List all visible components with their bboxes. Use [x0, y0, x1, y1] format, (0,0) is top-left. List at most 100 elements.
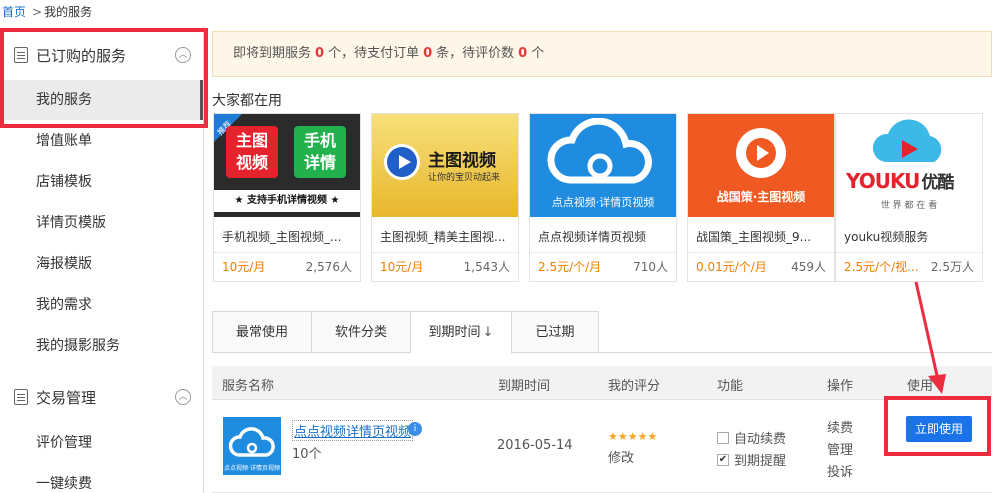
header-operation: 操作 — [827, 379, 854, 394]
tab-label: 到期时间 — [428, 325, 481, 340]
rating-stars: ★★★★★ — [608, 430, 658, 443]
sidebar-item-detail-templates[interactable]: 详情页模版 — [0, 203, 203, 243]
play-icon — [736, 128, 786, 178]
annotation-arrow-icon — [914, 281, 946, 394]
youku-slogan: 世 界 都 在 看 — [880, 201, 938, 211]
use-now-button[interactable]: 立即使用 — [906, 416, 972, 442]
service-name[interactable]: youku视频服务 — [844, 228, 976, 245]
tab-expire-time[interactable]: 到期时间 ↓ — [410, 311, 512, 354]
service-thumbnail: 点点视频·详情页视频 — [530, 114, 676, 217]
table-row: 点点视频·详情页视频 点点视频详情页视频 i 10个 2016-05-14 ★★… — [212, 400, 992, 493]
service-quantity: 10个 — [292, 447, 322, 462]
sidebar-group-label: 交易管理 — [36, 388, 97, 407]
notice-text: 即将到期服务 — [233, 46, 312, 61]
notice-bar: 即将到期服务 0 个，待支付订单 0 条，待评价数 0 个 — [212, 31, 992, 77]
service-card[interactable]: 战国策·主图视频 战国策_主图视频_9... 0.01元/个/月 459人 — [687, 113, 835, 282]
tab-most-used[interactable]: 最常使用 — [212, 311, 312, 353]
sidebar-item-my-requests[interactable]: 我的需求 — [0, 285, 203, 325]
cloud-play-icon — [547, 118, 652, 184]
service-price: 2.5元/个/视... — [844, 260, 919, 274]
tab-expired[interactable]: 已过期 — [511, 311, 599, 353]
service-users: 2.5万人 — [930, 260, 974, 274]
table-header: 服务名称 到期时间 我的评分 功能 操作 使用 — [212, 366, 992, 400]
notice-unrated-count: 0 — [518, 46, 528, 61]
thumb-caption: 战国策·主图视频 — [716, 190, 806, 204]
service-users: 459人 — [791, 260, 826, 274]
popular-title: 大家都在用 — [212, 93, 282, 109]
tab-category[interactable]: 软件分类 — [311, 311, 411, 353]
service-name[interactable]: 点点视频详情页视频 — [538, 228, 670, 245]
checkbox-label: 到期提醒 — [734, 454, 787, 469]
notice-text: 条，待评价数 — [436, 46, 515, 61]
service-card[interactable]: 主图视频 让你的宝贝动起来 主图视频_精美主图视... 10元/月 1,543人 — [371, 113, 519, 282]
service-users: 710人 — [633, 260, 668, 274]
header-rating: 我的评分 — [608, 379, 661, 394]
thumb-text: 详情 — [303, 153, 336, 172]
sidebar-item-renew[interactable]: 一键续费 — [0, 464, 203, 493]
thumb-caption: 点点视频·详情页视频 — [551, 196, 655, 209]
service-name[interactable]: 主图视频_精美主图视... — [380, 228, 512, 245]
thumb-caption: ★ 支持手机详情视频 ★ — [214, 190, 360, 212]
sort-arrow-icon: ↓ — [482, 325, 494, 340]
sidebar-item-my-services[interactable]: 我的服务 — [0, 80, 203, 120]
expire-date: 2016-05-14 — [497, 438, 573, 453]
youku-logo: YOUKU 优酷 — [846, 168, 954, 193]
notice-text: 个，待支付订单 — [328, 46, 420, 61]
service-users: 1,543人 — [463, 260, 510, 274]
service-price: 10元/月 — [222, 260, 266, 274]
youku-brand: YOUKU — [846, 169, 920, 193]
service-card[interactable]: YOUKU 优酷 世 界 都 在 看 youku视频服务 2.5元/个/视... … — [835, 113, 983, 282]
checkbox-checked[interactable]: ✔ — [717, 453, 729, 466]
document-icon — [14, 47, 28, 63]
service-card[interactable]: 推荐 主图 视频 手机 详情 ★ 支持手机详情视频 ★ 手机视频_主图视频_..… — [213, 113, 361, 282]
list-icon — [14, 389, 28, 405]
info-icon[interactable]: i — [408, 422, 422, 436]
auto-renew-checkbox[interactable]: 自动续费 — [717, 428, 786, 447]
sidebar: 已订购的服务 ︿ 我的服务 增值账单 店铺模板 详情页模版 海报模版 我的需求 … — [0, 26, 204, 493]
chevron-up-icon[interactable]: ︿ — [175, 389, 191, 405]
service-price: 10元/月 — [380, 260, 424, 274]
renew-link[interactable]: 续费 — [827, 417, 853, 436]
sidebar-group-label: 已订购的服务 — [36, 46, 127, 65]
notice-expiring-count: 0 — [315, 46, 325, 61]
thumb-text: 视频 — [235, 153, 268, 172]
service-thumbnail: 点点视频·详情页视频 — [223, 417, 281, 475]
youku-brand-cn: 优酷 — [921, 173, 954, 193]
breadcrumb-home-link[interactable]: 首页 — [2, 5, 26, 19]
service-thumbnail: 主图视频 让你的宝贝动起来 — [372, 114, 518, 217]
sidebar-item-store-templates[interactable]: 店铺模板 — [0, 162, 203, 202]
header-service-name: 服务名称 — [222, 379, 275, 394]
tab-bar: 最常使用 软件分类 到期时间 ↓ 已过期 — [212, 311, 992, 354]
service-name[interactable]: 手机视频_主图视频_... — [222, 228, 354, 245]
thumb-caption: 点点视频·详情页视频 — [224, 465, 280, 472]
notice-text: 个 — [531, 46, 545, 61]
service-name-link[interactable]: 点点视频详情页视频 — [292, 420, 414, 441]
sidebar-group-subscribed[interactable]: 已订购的服务 ︿ — [0, 30, 203, 80]
cloud-play-icon — [228, 427, 275, 457]
sidebar-item-poster-templates[interactable]: 海报模版 — [0, 244, 203, 284]
remind-checkbox[interactable]: ✔ 到期提醒 — [717, 450, 786, 469]
checkbox-unchecked[interactable] — [717, 431, 729, 444]
checkbox-label: 自动续费 — [734, 432, 787, 447]
header-function: 功能 — [717, 379, 744, 394]
sidebar-item-reviews[interactable]: 评价管理 — [0, 423, 203, 463]
service-name[interactable]: 战国策_主图视频_9... — [696, 228, 828, 245]
thumb-text: 手机 — [303, 131, 336, 150]
thumb-title: 主图视频 — [428, 151, 496, 171]
complain-link[interactable]: 投诉 — [827, 461, 853, 480]
service-card[interactable]: 点点视频·详情页视频 点点视频详情页视频 2.5元/个/月 710人 — [529, 113, 677, 282]
header-expire: 到期时间 — [498, 379, 551, 394]
breadcrumb: 首页 > 我的服务 — [2, 3, 92, 20]
sidebar-item-photo-services[interactable]: 我的摄影服务 — [0, 326, 203, 366]
manage-link[interactable]: 管理 — [827, 439, 853, 458]
play-icon — [384, 144, 420, 180]
edit-rating-link[interactable]: 修改 — [608, 447, 634, 466]
breadcrumb-current: 我的服务 — [44, 5, 93, 19]
sidebar-group-trade[interactable]: 交易管理 ︿ — [0, 372, 203, 422]
sidebar-item-billing[interactable]: 增值账单 — [0, 121, 203, 161]
chevron-up-icon[interactable]: ︿ — [175, 47, 191, 63]
thumb-text: 主图 — [235, 131, 268, 150]
service-thumbnail: 战国策·主图视频 — [688, 114, 834, 217]
service-price: 2.5元/个/月 — [538, 260, 602, 274]
service-price: 0.01元/个/月 — [696, 260, 767, 274]
